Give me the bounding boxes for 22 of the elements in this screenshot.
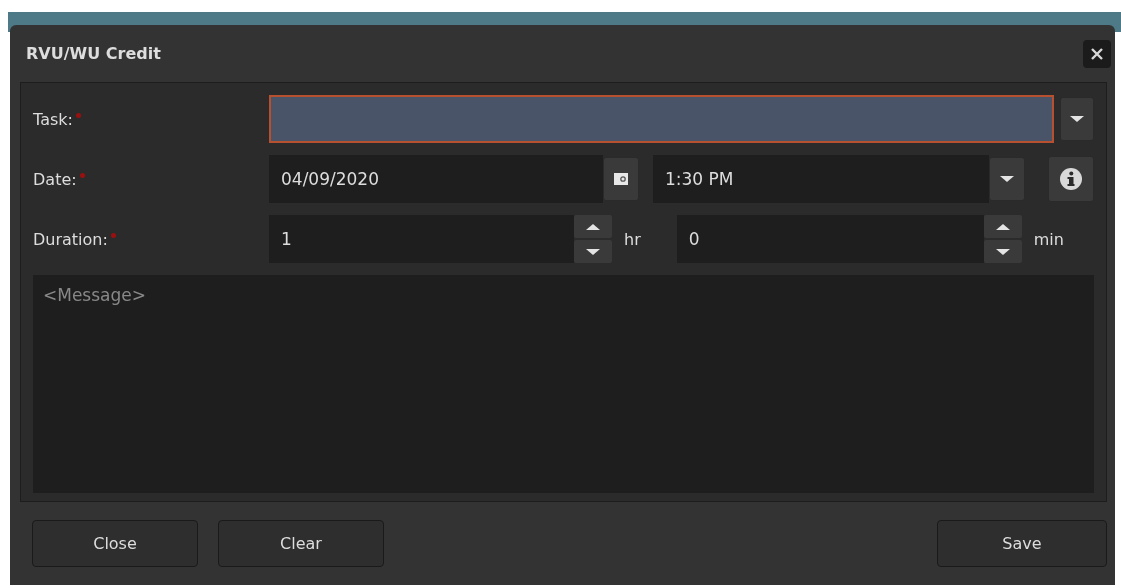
unit-label: hr xyxy=(624,229,641,249)
date-field[interactable]: 04/09/2020 xyxy=(269,155,603,203)
window-title: RVU/WU Credit xyxy=(26,44,161,63)
dialog-button[interactable]: Close xyxy=(32,520,198,567)
minutes-field[interactable]: 0 xyxy=(676,215,984,263)
spinner-button[interactable] xyxy=(574,215,612,263)
dropdown-button[interactable] xyxy=(989,157,1025,201)
field-label: Duration: xyxy=(33,229,108,249)
time-field[interactable]: 1:30 PM xyxy=(653,155,989,203)
close-icon[interactable] xyxy=(1083,39,1111,68)
dialog-button[interactable]: Save xyxy=(937,520,1107,567)
message-field[interactable]: <Message> xyxy=(33,275,1094,493)
task-field[interactable] xyxy=(269,95,1054,143)
info-icon[interactable] xyxy=(1048,156,1094,202)
field-label: Date: xyxy=(33,169,77,189)
calendar-icon[interactable] xyxy=(603,157,639,201)
unit-label: min xyxy=(1033,229,1064,249)
spinner-button[interactable] xyxy=(983,215,1022,263)
dropdown-button[interactable] xyxy=(1060,97,1094,141)
dialog-button[interactable]: Clear xyxy=(218,520,384,567)
field-label: Task: xyxy=(33,109,73,129)
hours-field[interactable]: 1 xyxy=(269,215,574,263)
